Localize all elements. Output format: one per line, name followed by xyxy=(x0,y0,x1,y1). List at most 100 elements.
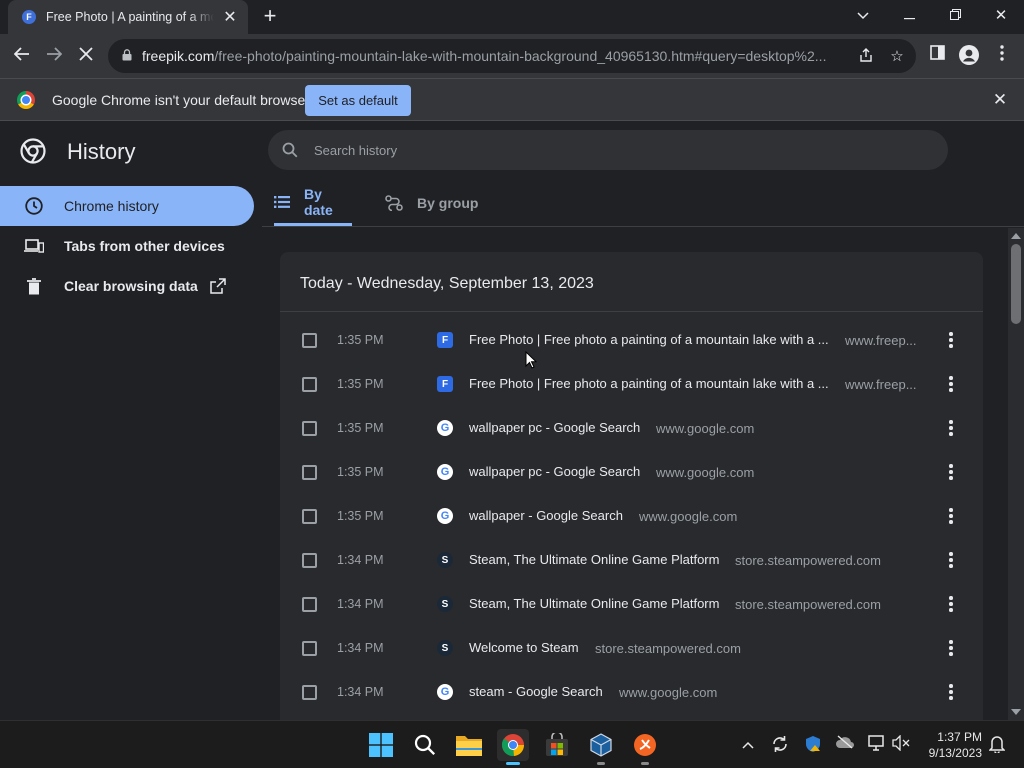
virtualbox-icon[interactable] xyxy=(585,729,617,765)
forward-button[interactable] xyxy=(40,42,68,70)
history-row[interactable]: 1:34 PM S Welcome to Steam store.steampower… xyxy=(280,626,983,670)
trash-icon xyxy=(24,276,44,296)
side-panel-icon[interactable] xyxy=(926,45,948,67)
row-checkbox[interactable] xyxy=(302,421,317,436)
running-app-indicator xyxy=(641,762,649,765)
page-title-link[interactable]: Welcome to Steam xyxy=(469,640,579,655)
history-row[interactable]: 1:35 PM F Free Photo | Free photo a painti… xyxy=(280,362,983,406)
page-title-link[interactable]: wallpaper - Google Search xyxy=(469,508,623,523)
history-row[interactable]: 1:34 PM Gsteam - Google Search www.google.… xyxy=(280,670,983,714)
security-shield-icon[interactable] xyxy=(803,735,823,755)
more-menu-icon[interactable] xyxy=(991,45,1013,67)
tab-by-date[interactable]: By date xyxy=(274,180,352,226)
tab-search-chevron-down-icon[interactable] xyxy=(848,4,878,28)
scroll-down-arrow-icon[interactable] xyxy=(1011,709,1021,715)
tab-label: By date xyxy=(304,185,333,218)
sidebar-item-chrome-history[interactable]: Chrome history xyxy=(0,186,254,226)
mouse-cursor-icon xyxy=(525,351,537,369)
page-title-link[interactable]: steam - Google Search xyxy=(469,684,603,699)
history-row[interactable]: 1:34 PM S Steam, The Ultimate Online Game … xyxy=(280,582,983,626)
google-favicon-icon: G xyxy=(437,464,453,480)
profile-avatar-icon[interactable] xyxy=(958,45,980,67)
history-row[interactable]: 1:34 PM S Steam, The Ultimate Online Game … xyxy=(280,538,983,582)
back-button[interactable] xyxy=(8,42,36,70)
tab-by-group[interactable]: By group xyxy=(385,180,478,226)
sidebar-item-tabs-from-other-devices[interactable]: Tabs from other devices xyxy=(0,226,254,266)
close-window-button[interactable]: ✕ xyxy=(986,4,1016,28)
row-checkbox[interactable] xyxy=(302,553,317,568)
notification-bell-icon[interactable] xyxy=(987,735,1007,755)
row-checkbox[interactable] xyxy=(302,465,317,480)
row-more-actions-icon[interactable] xyxy=(941,418,961,438)
close-infobar-icon[interactable]: ✕ xyxy=(990,90,1010,110)
show-hidden-icons-chevron-up-icon[interactable] xyxy=(738,735,758,755)
row-more-actions-icon[interactable] xyxy=(941,462,961,482)
history-card: Today - Wednesday, September 13, 2023 1:… xyxy=(280,252,983,720)
history-row[interactable]: 1:35 PM Gwallpaper - Google Search www.goo… xyxy=(280,494,983,538)
windows-taskbar: 1:37 PM 9/13/2023 xyxy=(0,720,1024,768)
page-title-link[interactable]: wallpaper pc - Google Search xyxy=(469,464,640,479)
page-title-link[interactable]: Free Photo | Free photo a painting of a … xyxy=(469,376,829,391)
close-tab-icon[interactable]: ✕ xyxy=(222,7,238,27)
sidebar-item-clear-browsing-data[interactable]: Clear browsing data xyxy=(0,266,254,306)
microsoft-store-icon[interactable] xyxy=(541,729,573,761)
page-domain: www.google.com xyxy=(619,685,718,700)
new-tab-button[interactable]: + xyxy=(258,5,282,29)
history-header: History xyxy=(0,122,1024,179)
windows-start-icon[interactable] xyxy=(365,729,397,761)
visit-time: 1:35 PM xyxy=(337,377,384,391)
scrollbar[interactable] xyxy=(1008,228,1024,720)
page-title-link[interactable]: wallpaper pc - Google Search xyxy=(469,420,640,435)
search-icon[interactable] xyxy=(409,729,441,761)
row-more-actions-icon[interactable] xyxy=(941,506,961,526)
network-icon[interactable] xyxy=(866,735,886,755)
browser-tab[interactable]: F Free Photo | A painting of a mountain … xyxy=(8,0,248,34)
search-history-box[interactable] xyxy=(268,130,948,170)
bookmark-star-icon[interactable]: ☆ xyxy=(887,47,907,67)
chrome-icon[interactable] xyxy=(497,729,529,765)
row-more-actions-icon[interactable] xyxy=(941,374,961,394)
system-clock[interactable]: 1:37 PM 9/13/2023 xyxy=(912,729,982,761)
row-more-actions-icon[interactable] xyxy=(941,682,961,702)
file-explorer-icon[interactable] xyxy=(453,729,485,761)
share-icon[interactable] xyxy=(856,47,876,67)
external-link-icon xyxy=(210,278,226,294)
history-row[interactable]: 1:35 PM Gwallpaper pc - Google Search www.… xyxy=(280,406,983,450)
row-checkbox[interactable] xyxy=(302,641,317,656)
page-title-link[interactable]: Steam, The Ultimate Online Game Platform xyxy=(469,596,719,611)
clock-date: 9/13/2023 xyxy=(928,746,982,760)
row-checkbox[interactable] xyxy=(302,509,317,524)
page-title-link[interactable]: Steam, The Ultimate Online Game Platform xyxy=(469,552,719,567)
app-icon[interactable] xyxy=(629,729,661,765)
volume-muted-icon[interactable] xyxy=(891,734,911,755)
address-bar[interactable]: freepik.com/free-photo/painting-mountain… xyxy=(108,39,916,73)
scroll-up-arrow-icon[interactable] xyxy=(1011,233,1021,239)
page-domain: www.google.com xyxy=(656,465,755,480)
minimize-button[interactable] xyxy=(894,4,924,28)
devices-icon xyxy=(24,236,44,256)
row-more-actions-icon[interactable] xyxy=(941,330,961,350)
clock-time: 1:37 PM xyxy=(937,730,982,744)
sync-icon[interactable] xyxy=(770,735,790,755)
stop-loading-button[interactable] xyxy=(72,42,100,70)
row-checkbox[interactable] xyxy=(302,685,317,700)
history-row[interactable]: 1:35 PM F Free Photo | Free photo a painti… xyxy=(280,318,983,362)
row-more-actions-icon[interactable] xyxy=(941,638,961,658)
row-more-actions-icon[interactable] xyxy=(941,594,961,614)
google-favicon-icon: G xyxy=(437,508,453,524)
onedrive-cloud-icon[interactable] xyxy=(835,735,855,755)
history-row[interactable]: 1:35 PM Gwallpaper pc - Google Search www.… xyxy=(280,450,983,494)
row-checkbox[interactable] xyxy=(302,597,317,612)
page-domain: store.steampowered.com xyxy=(735,597,881,612)
search-history-input[interactable] xyxy=(314,142,814,158)
row-more-actions-icon[interactable] xyxy=(941,550,961,570)
freepik-favicon-icon: F xyxy=(437,376,453,392)
lock-icon[interactable] xyxy=(122,48,132,64)
restore-button[interactable] xyxy=(940,4,970,28)
page-title-link[interactable]: Free Photo | Free photo a painting of a … xyxy=(469,332,829,347)
url-text[interactable]: freepik.com/free-photo/painting-mountain… xyxy=(142,48,832,64)
set-as-default-button[interactable]: Set as default xyxy=(305,85,411,116)
scrollbar-thumb[interactable] xyxy=(1011,244,1021,324)
row-checkbox[interactable] xyxy=(302,377,317,392)
row-checkbox[interactable] xyxy=(302,333,317,348)
